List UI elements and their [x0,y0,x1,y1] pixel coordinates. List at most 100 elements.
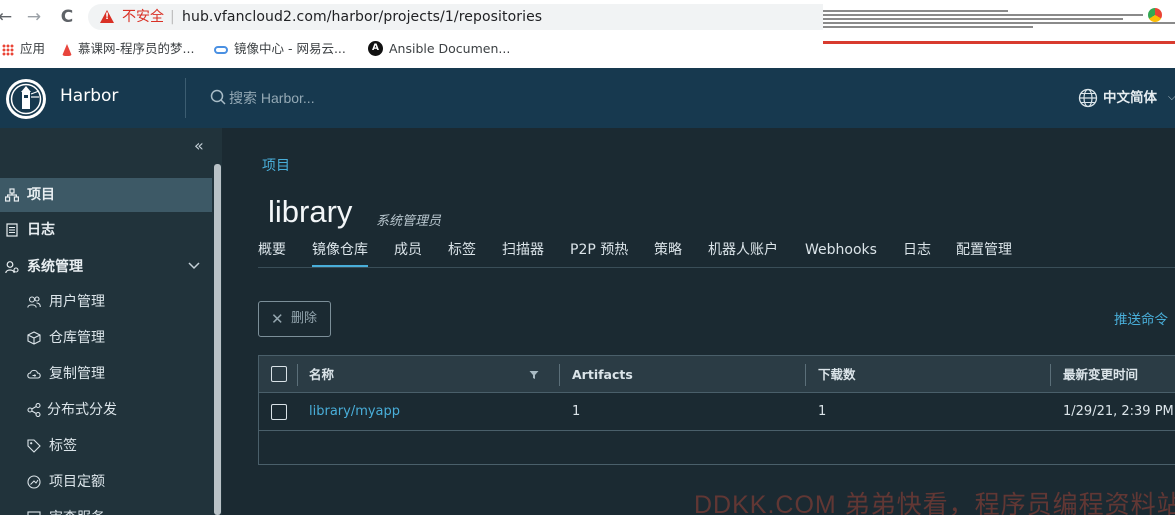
sidebar-item-label: 日志 [27,222,55,238]
bookmark-imooc[interactable]: 慕课网-程序员的梦... [62,40,194,58]
role-label: 系统管理员 [376,214,442,229]
language-label: 中文简体 [1103,90,1157,106]
bookmark-label: 应用 [20,41,46,56]
bookmark-label: 慕课网-程序员的梦... [78,41,195,56]
column-header-pulls[interactable]: 下载数 [818,356,856,393]
sidebar-item-label: 仓库管理 [49,330,105,346]
users-icon [27,296,41,308]
app-header: Harbor 中文简体 ⌵ [0,68,1175,128]
header-divider [185,78,186,118]
tab-configuration[interactable]: 配置管理 [956,240,1012,267]
sidebar-item-label: 系统管理 [27,259,83,275]
tab-policy[interactable]: 策略 [654,240,682,267]
table-header: 名称 Artifacts 下载数 最新变更时间 [259,356,1175,393]
sidebar-item-labels[interactable]: 标签 [0,429,212,463]
apps-icon [2,43,14,56]
sidebar-item-label: 用户管理 [49,294,105,310]
address-bar[interactable]: 不安全 | hub.vfancloud2.com/harbor/projects… [88,4,823,30]
sidebar-item-quotas[interactable]: 项目定额 [0,465,212,499]
bookmark-label: Ansible Documen... [389,41,511,56]
stripe-line [823,18,1123,20]
main-content: 项目 library 系统管理员 概要 镜像仓库 成员 标签 扫描器 P2P 预… [222,128,1175,515]
column-header-name[interactable]: 名称 [309,356,334,393]
stripe-line [823,26,1033,28]
bookmark-netease[interactable]: 镜像中心 - 网易云... [214,40,346,58]
row-checkbox[interactable] [271,404,287,420]
filter-icon[interactable] [529,370,539,380]
progress-bar [823,41,1175,44]
sidebar-scrollbar[interactable] [214,164,221,515]
bookmark-apps[interactable]: 应用 [2,40,45,58]
search-icon [210,89,226,105]
search-input[interactable] [229,87,429,109]
artifacts-count: 1 [572,404,581,419]
share-icon [27,403,41,417]
tab-members[interactable]: 成员 [394,240,422,267]
sidebar-item-projects[interactable]: 项目 [0,178,212,212]
sidebar-item-replications[interactable]: 复制管理 [0,357,212,391]
sidebar-item-label: 审查服务 [49,501,105,515]
back-button[interactable]: ← [0,6,16,28]
sidebar: « 项目 日志 系统管理 用户管理 仓库管理 复制管理 分布式分发 标签 项目定… [0,128,222,515]
tab-p2p-preheat[interactable]: P2P 预热 [570,240,628,267]
sidebar-item-logs[interactable]: 日志 [0,213,212,247]
tab-webhooks[interactable]: Webhooks [805,240,877,267]
page-title: library [268,194,353,229]
projects-icon [5,188,19,202]
browser-chrome: ← → C 不安全 | hub.vfancloud2.com/harbor/pr… [0,0,1175,68]
sidebar-item-distributions[interactable]: 分布式分发 [0,393,212,427]
forward-button[interactable]: → [23,6,45,28]
extension-icon[interactable] [1148,8,1162,22]
stripe-line [823,14,1143,16]
admin-icon [5,261,19,274]
logs-icon [6,223,18,237]
sidebar-item-registries[interactable]: 仓库管理 [0,321,212,355]
table-row[interactable]: library/myapp 1 1 1/29/21, 2:39 PM [259,393,1175,431]
repository-name-link[interactable]: library/myapp [309,393,400,431]
scanner-icon [27,511,41,515]
warning-icon [100,10,114,23]
column-divider [1050,364,1051,386]
push-command-link[interactable]: 推送命令 [1114,308,1168,328]
tab-robot-accounts[interactable]: 机器人账户 [708,240,778,267]
bookmark-label: 镜像中心 - 网易云... [234,41,346,56]
cloud-icon [214,45,228,54]
select-all-checkbox[interactable] [271,366,287,382]
sidebar-item-label: 项目定额 [49,474,105,490]
update-time: 1/29/21, 2:39 PM [1063,404,1174,419]
pull-count: 1 [818,404,827,419]
app-brand[interactable]: Harbor [60,86,118,106]
tag-icon [27,439,41,453]
sidebar-item-administration[interactable]: 系统管理 [0,250,212,284]
quota-icon [27,475,41,489]
breadcrumb[interactable]: 项目 [262,155,290,175]
column-header-updated[interactable]: 最新变更时间 [1063,356,1138,393]
url-text[interactable]: hub.vfancloud2.com/harbor/projects/1/rep… [182,4,542,30]
tab-summary[interactable]: 概要 [258,240,286,267]
reload-button[interactable]: C [56,6,78,28]
close-icon: ✕ [271,310,284,328]
sidebar-item-scanners[interactable]: 审查服务 [0,501,212,515]
watermark: DDKK.COM 弟弟快看，程序员编程资料站 [694,491,1175,515]
collapse-sidebar-button[interactable]: « [194,136,204,155]
registry-icon [27,331,41,345]
column-divider [559,364,560,386]
tab-labels[interactable]: 标签 [448,240,476,267]
ansible-icon: A [368,41,383,56]
column-header-artifacts[interactable]: Artifacts [572,356,633,393]
sidebar-item-label: 复制管理 [49,366,105,382]
delete-button[interactable]: ✕ 删除 [258,301,331,337]
harbor-logo-icon[interactable] [6,79,46,119]
chevron-down-icon: ⌵ [1168,92,1175,103]
security-indicator[interactable]: 不安全 [122,4,164,30]
tab-scanner[interactable]: 扫描器 [502,240,544,267]
tab-logs[interactable]: 日志 [903,240,931,267]
sidebar-item-label: 标签 [49,438,77,454]
sidebar-item-label: 项目 [27,187,55,203]
column-divider [297,364,298,386]
project-tabs: 概要 镜像仓库 成员 标签 扫描器 P2P 预热 策略 机器人账户 Webhoo… [258,240,1175,268]
sidebar-item-users[interactable]: 用户管理 [0,285,212,319]
bookmark-ansible[interactable]: A Ansible Documen... [368,40,510,58]
address-separator: | [170,9,175,25]
tab-repositories[interactable]: 镜像仓库 [312,240,368,267]
